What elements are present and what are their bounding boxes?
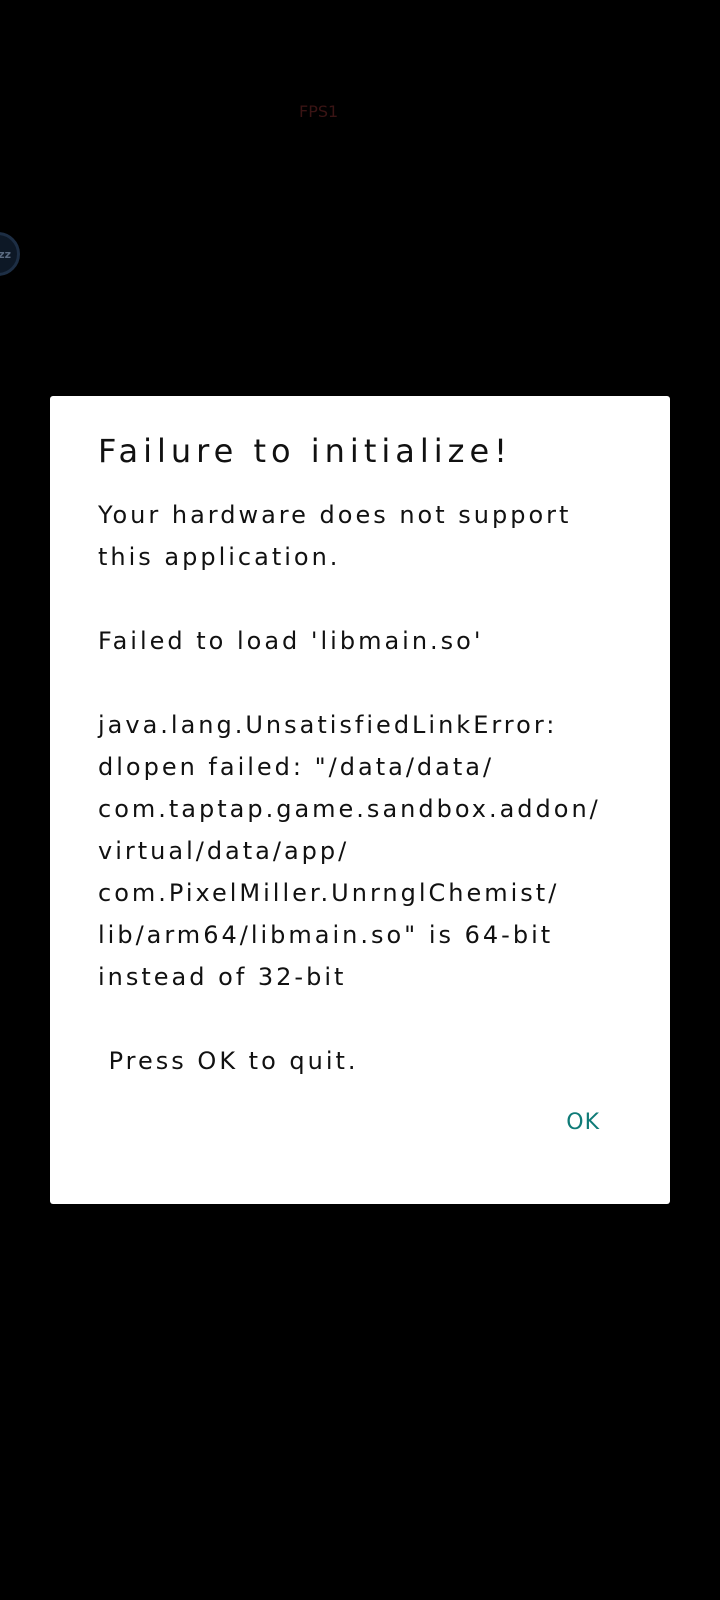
screen: FPS1 zz Failure to initialize! Your hard…: [0, 0, 720, 1600]
message-line: instead of 32-bit: [98, 963, 347, 991]
dialog-title: Failure to initialize!: [98, 432, 512, 470]
fps-counter: FPS1: [299, 102, 339, 121]
message-line: lib/arm64/libmain.so" is 64-bit: [98, 921, 554, 949]
floating-assistant-ball[interactable]: zz: [0, 232, 20, 276]
message-line: com.PixelMiller.UnrnglChemist/: [98, 879, 560, 907]
message-line: Press OK to quit.: [98, 1047, 359, 1075]
message-line: java.lang.UnsatisfiedLinkError:: [98, 711, 558, 739]
message-line: dlopen failed: "/data/data/: [98, 753, 495, 781]
message-line: com.taptap.game.sandbox.addon/: [98, 795, 601, 823]
ok-button[interactable]: OK: [566, 1110, 600, 1135]
floating-ball-label: zz: [0, 247, 11, 261]
error-dialog: Failure to initialize! Your hardware doe…: [50, 396, 670, 1204]
dialog-message: Your hardware does not support this appl…: [98, 494, 638, 1082]
message-line: Your hardware does not support: [98, 501, 572, 529]
message-line: this application.: [98, 543, 341, 571]
message-line: Failed to load 'libmain.so': [98, 627, 484, 655]
message-line: virtual/data/app/: [98, 837, 350, 865]
